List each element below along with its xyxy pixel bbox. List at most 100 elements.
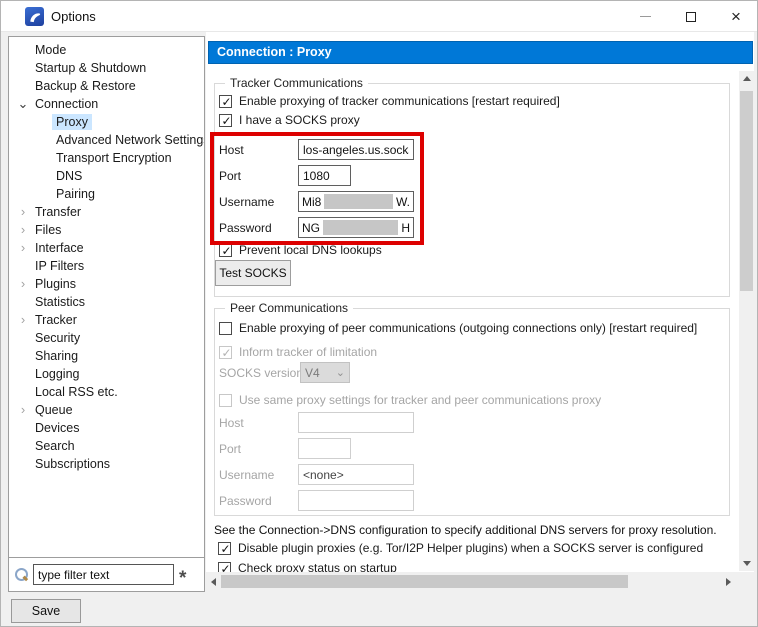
maximize-button[interactable] [674, 1, 708, 32]
sidebar-item-transfer[interactable]: ›Transfer [9, 203, 204, 221]
sidebar-item-interface[interactable]: ›Interface [9, 239, 204, 257]
app-icon [25, 7, 44, 26]
checkbox-checked-icon [219, 114, 232, 127]
password-label: Password [219, 221, 272, 235]
scroll-up-icon[interactable] [743, 76, 751, 81]
close-button[interactable]: × [719, 1, 753, 32]
peer-password-field [298, 490, 414, 511]
chevron-right-icon: › [15, 403, 31, 417]
sidebar-item-sharing[interactable]: Sharing [9, 347, 204, 365]
sidebar-item-search[interactable]: Search [9, 437, 204, 455]
password-field[interactable]: NG H [298, 217, 414, 238]
prevent-dns-lookups-checkbox[interactable]: Prevent local DNS lookups [219, 243, 382, 257]
scroll-down-icon[interactable] [743, 561, 751, 566]
settings-content: Connection : Proxy Tracker Communication… [206, 32, 754, 572]
sidebar-item-dns[interactable]: DNS [9, 167, 204, 185]
host-field[interactable] [298, 139, 414, 160]
sidebar-item-ip-filters[interactable]: IP Filters [9, 257, 204, 275]
vertical-scrollbar-thumb[interactable] [740, 91, 753, 291]
scroll-left-icon[interactable] [211, 578, 216, 586]
sidebar-item-proxy[interactable]: Proxy [9, 113, 204, 131]
host-label: Host [219, 416, 244, 430]
test-socks-button[interactable]: Test SOCKS [215, 260, 291, 286]
sidebar-item-transport-encryption[interactable]: Transport Encryption [9, 149, 204, 167]
filter-bar: * [9, 557, 204, 591]
sidebar-item-advanced-network-settings[interactable]: Advanced Network Settings [9, 131, 204, 149]
sidebar-item-connection[interactable]: ⌄Connection [9, 95, 204, 113]
password-label: Password [219, 494, 272, 508]
checkbox-unchecked-disabled-icon [219, 394, 232, 407]
sidebar-item-statistics[interactable]: Statistics [9, 293, 204, 311]
username-field[interactable]: Mi8 W. [298, 191, 414, 212]
enable-peer-proxy-checkbox[interactable]: Enable proxying of peer communications (… [219, 321, 697, 335]
chevron-right-icon: › [15, 205, 31, 219]
socks-version-label: SOCKS version [219, 366, 303, 380]
redaction-block [324, 194, 393, 209]
minimize-icon [640, 16, 651, 17]
port-label: Port [219, 169, 241, 183]
sidebar-item-subscriptions[interactable]: Subscriptions [9, 455, 204, 473]
checkbox-checked-icon [219, 95, 232, 108]
inform-tracker-checkbox: Inform tracker of limitation [219, 345, 377, 359]
sidebar-item-devices[interactable]: Devices [9, 419, 204, 437]
enable-tracker-proxy-checkbox[interactable]: Enable proxying of tracker communication… [219, 94, 560, 108]
tracker-communications-group: Tracker Communications Enable proxying o… [214, 83, 730, 297]
sidebar-item-mode[interactable]: Mode [9, 41, 204, 59]
peer-communications-group: Peer Communications Enable proxying of p… [214, 308, 730, 516]
close-icon: × [731, 8, 741, 25]
sidebar-item-security[interactable]: Security [9, 329, 204, 347]
peer-username-field [298, 464, 414, 485]
scroll-right-icon[interactable] [726, 578, 731, 586]
sidebar-item-files[interactable]: ›Files [9, 221, 204, 239]
sidebar-item-plugins[interactable]: ›Plugins [9, 275, 204, 293]
vertical-scrollbar[interactable] [739, 71, 754, 571]
filter-input[interactable] [33, 564, 174, 585]
redaction-block [323, 220, 398, 235]
checkbox-checked-disabled-icon [219, 346, 232, 359]
options-window: { "window": { "title": "Options" }, "ico… [0, 0, 758, 627]
check-proxy-status-checkbox[interactable]: Check proxy status on startup [218, 561, 397, 572]
options-tree-panel: Mode Startup & Shutdown Backup & Restore… [8, 36, 205, 592]
peer-host-field [298, 412, 414, 433]
username-label: Username [219, 195, 274, 209]
minimize-button[interactable] [628, 1, 662, 32]
checkbox-checked-icon [219, 244, 232, 257]
same-proxy-settings-checkbox: Use same proxy settings for tracker and … [219, 393, 601, 407]
sidebar-item-local-rss[interactable]: Local RSS etc. [9, 383, 204, 401]
chevron-right-icon: › [15, 313, 31, 327]
port-field[interactable] [298, 165, 351, 186]
chevron-right-icon: › [15, 241, 31, 255]
chevron-down-icon: ⌄ [15, 97, 31, 111]
dns-note: See the Connection->DNS configuration to… [214, 523, 717, 537]
chevron-right-icon: › [15, 223, 31, 237]
peer-port-field [298, 438, 351, 459]
dropdown-arrow-icon: ⌄ [336, 366, 345, 379]
host-label: Host [219, 143, 244, 157]
username-label: Username [219, 468, 274, 482]
checkbox-checked-icon [218, 542, 231, 555]
sidebar-item-startup-shutdown[interactable]: Startup & Shutdown [9, 59, 204, 77]
chevron-right-icon: › [15, 277, 31, 291]
sidebar-item-logging[interactable]: Logging [9, 365, 204, 383]
sidebar-item-backup-restore[interactable]: Backup & Restore [9, 77, 204, 95]
options-tree: Mode Startup & Shutdown Backup & Restore… [9, 37, 204, 557]
horizontal-scrollbar[interactable] [208, 574, 734, 589]
disable-plugin-proxies-checkbox[interactable]: Disable plugin proxies (e.g. Tor/I2P Hel… [218, 541, 703, 555]
sidebar-item-queue[interactable]: ›Queue [9, 401, 204, 419]
group-title: Peer Communications [225, 301, 353, 315]
group-title: Tracker Communications [225, 76, 368, 90]
horizontal-scrollbar-thumb[interactable] [221, 575, 628, 588]
checkbox-checked-icon [218, 562, 231, 573]
sidebar-item-pairing[interactable]: Pairing [9, 185, 204, 203]
window-title: Options [51, 9, 96, 24]
page-title: Connection : Proxy [208, 41, 753, 64]
maximize-icon [686, 12, 696, 22]
have-socks-proxy-checkbox[interactable]: I have a SOCKS proxy [219, 113, 360, 127]
search-icon [14, 568, 28, 582]
clear-filter-icon[interactable]: * [179, 567, 186, 583]
vuze-logo-icon [27, 9, 42, 24]
checkbox-unchecked-icon [219, 322, 232, 335]
port-label: Port [219, 442, 241, 456]
sidebar-item-tracker[interactable]: ›Tracker [9, 311, 204, 329]
save-button[interactable]: Save [11, 599, 81, 623]
